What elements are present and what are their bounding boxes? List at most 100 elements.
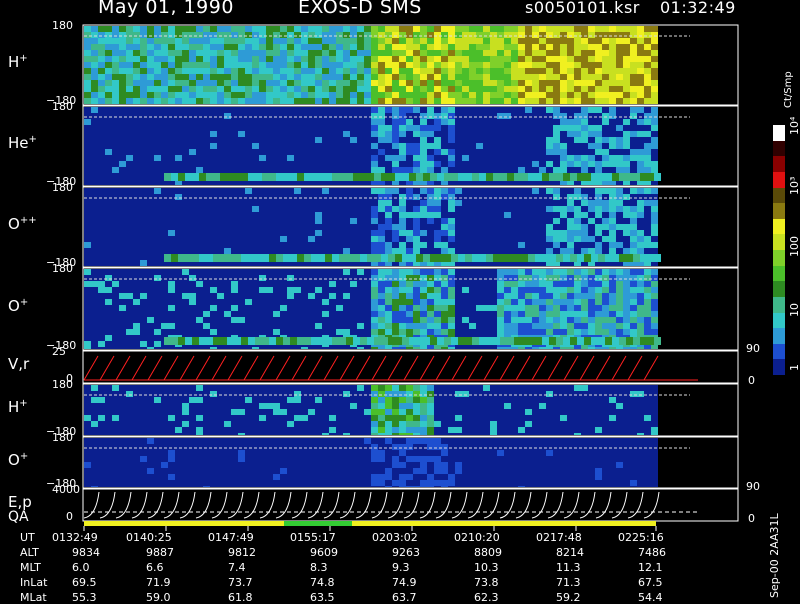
spectrogram-cell [196, 137, 203, 143]
spectrogram-cell [616, 206, 623, 212]
spectrogram-cell [392, 311, 399, 317]
spectrogram-cell [189, 421, 196, 427]
spectrogram-cell [462, 236, 469, 242]
spectrogram-cell [147, 391, 154, 397]
spectrogram-cell [567, 224, 574, 230]
spectrogram-cell [574, 212, 581, 218]
spectrogram-cell [364, 299, 371, 305]
spectrogram-cell [602, 236, 609, 242]
spectrogram-cell [357, 119, 364, 125]
spectrogram-cell [168, 281, 175, 287]
spectrogram-cell [203, 206, 210, 212]
spectrogram-cell [553, 86, 560, 92]
spectrogram-cell [371, 50, 378, 56]
spectrogram-cell [427, 107, 434, 113]
spectrogram-cell [280, 161, 287, 167]
spectrogram-cell [413, 281, 420, 287]
spectrogram-cell [378, 347, 385, 349]
spectrogram-cell [343, 409, 350, 415]
spectrogram-cell [371, 409, 378, 415]
spectrogram-cell [651, 275, 658, 281]
spectrogram-cell [112, 74, 119, 80]
spectrogram-cell [427, 230, 434, 236]
spectrogram-cell [581, 329, 588, 335]
spectrogram-cell [416, 337, 423, 345]
spectrogram-cell [154, 224, 161, 230]
spectrogram-cell [276, 337, 283, 345]
spectrogram-cell [182, 80, 189, 86]
spectrogram-cell [623, 287, 630, 293]
spectrogram-cell [630, 62, 637, 68]
spectrogram-cell [651, 143, 658, 149]
spectrogram-cell [637, 155, 644, 161]
spectrogram-cell [525, 287, 532, 293]
spectrogram-cell [147, 107, 154, 113]
spectrogram-cell [273, 397, 280, 403]
spectrogram-cell [112, 293, 119, 299]
spectrogram-cell [434, 149, 441, 155]
spectrogram-cell [539, 92, 546, 98]
spectrogram-cell [266, 391, 273, 397]
spectrogram-cell [434, 275, 441, 281]
spectrogram-cell [287, 194, 294, 200]
spectrogram-cell [546, 32, 553, 38]
spectrogram-cell [252, 56, 259, 62]
spectrogram-cell [217, 275, 224, 281]
spectrogram-cell [511, 275, 518, 281]
spectrogram-cell [644, 167, 651, 173]
spectrogram-cell [616, 248, 623, 254]
spectrogram-cell [231, 317, 238, 323]
spectrogram-cell [490, 287, 497, 293]
spectrogram-cell [630, 32, 637, 38]
spectrogram-cell [521, 337, 528, 345]
spectrogram-cell [490, 323, 497, 329]
spectrogram-cell [343, 149, 350, 155]
spectrogram-cell [518, 149, 525, 155]
spectrogram-cell [315, 38, 322, 44]
spectrogram-cell [245, 385, 252, 391]
spectrogram-cell [325, 254, 332, 262]
spectrogram-cell [563, 173, 570, 181]
spectrogram-cell [175, 206, 182, 212]
spectrogram-cell [462, 194, 469, 200]
spectrogram-cell [175, 317, 182, 323]
spectrogram-cell [147, 98, 154, 104]
spectrogram-cell [581, 62, 588, 68]
spectrogram-cell [560, 188, 567, 194]
spectrogram-cell [350, 161, 357, 167]
spectrogram-cell [224, 218, 231, 224]
spectrogram-cell [126, 403, 133, 409]
spectrogram-cell [420, 206, 427, 212]
spectrogram-cell [462, 80, 469, 86]
spectrogram-cell [574, 293, 581, 299]
spectrogram-cell [413, 248, 420, 254]
spectrogram-cell [651, 218, 658, 224]
spectrogram-cell [329, 113, 336, 119]
spectrogram-cell [455, 92, 462, 98]
spectrogram-cell [161, 149, 168, 155]
spectrogram-cell [630, 248, 637, 254]
spectrogram-cell [84, 341, 91, 347]
spectrogram-cell [315, 329, 322, 335]
spectrogram-cell [441, 38, 448, 44]
spectrogram-cell [255, 173, 262, 181]
spectrogram-cell [168, 224, 175, 230]
spectrogram-cell [574, 26, 581, 32]
spectrogram-cell [539, 242, 546, 248]
spectrogram-cell [287, 385, 294, 391]
spectrogram-cell [315, 323, 322, 329]
spectrogram-cell [126, 415, 133, 421]
spectrogram-cell [91, 230, 98, 236]
spectrogram-cell [637, 32, 644, 38]
spectrogram-cell [378, 433, 385, 435]
spectrogram-cell [490, 347, 497, 349]
spectrogram-cell [539, 347, 546, 349]
spectrogram-cell [588, 281, 595, 287]
spectrogram-cell [112, 385, 119, 391]
spectrogram-cell [231, 149, 238, 155]
spectrogram-cell [210, 299, 217, 305]
spectrogram-cell [462, 131, 469, 137]
spectrogram-cell [525, 98, 532, 104]
spectrogram-cell [343, 143, 350, 149]
spectrogram-cell [301, 311, 308, 317]
